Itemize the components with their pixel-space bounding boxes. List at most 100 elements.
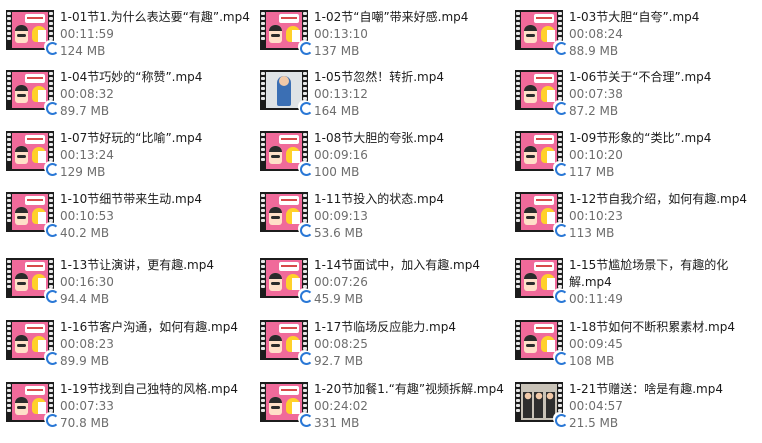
file-item[interactable]: 1-20节加餐1.“有趣”视频拆解.mp4 00:24:02 331 MB — [254, 375, 504, 435]
file-name[interactable]: 1-12节自我介绍，如何有趣.mp4 — [569, 191, 747, 208]
file-item[interactable]: 1-05节忽然！转折.mp4 00:13:12 164 MB — [254, 63, 504, 123]
file-name[interactable]: 1-18节如何不断积累素材.mp4 — [569, 319, 735, 336]
file-size: 70.8 MB — [60, 416, 110, 430]
sync-status-icon — [44, 100, 59, 115]
file-name[interactable]: 1-13节让演讲，更有趣.mp4 — [60, 257, 214, 274]
file-name[interactable]: 1-02节“自嘲”带来好感.mp4 — [314, 9, 468, 26]
file-item[interactable]: 1-03节大胆“自夸”.mp4 00:08:24 88.9 MB — [509, 3, 759, 63]
file-name[interactable]: 1-07节好玩的“比喻”.mp4 — [60, 130, 202, 147]
sync-status-icon — [44, 412, 59, 427]
sync-status-icon — [44, 288, 59, 303]
file-size: 92.7 MB — [314, 354, 364, 368]
sync-status-icon — [298, 222, 313, 237]
file-item[interactable]: 1-02节“自嘲”带来好感.mp4 00:13:10 137 MB — [254, 3, 504, 63]
file-duration: 00:13:24 — [60, 148, 114, 162]
file-name[interactable]: 1-19节找到自己独特的风格.mp4 — [60, 381, 238, 398]
file-duration: 00:13:10 — [314, 27, 368, 41]
file-name[interactable]: 1-20节加餐1.“有趣”视频拆解.mp4 — [314, 381, 504, 398]
file-duration: 00:08:25 — [314, 337, 368, 351]
sync-status-icon — [553, 288, 568, 303]
file-name[interactable]: 1-05节忽然！转折.mp4 — [314, 69, 444, 86]
file-duration: 00:08:23 — [60, 337, 114, 351]
sync-status-icon — [298, 100, 313, 115]
sync-status-icon — [44, 222, 59, 237]
file-duration: 00:07:26 — [314, 275, 368, 289]
file-duration: 00:24:02 — [314, 399, 368, 413]
file-name[interactable]: 1-01节1.为什么表达要“有趣”.mp4 — [60, 9, 250, 26]
file-name[interactable]: 1-10节细节带来生动.mp4 — [60, 191, 202, 208]
file-item[interactable]: 1-06节关于“不合理”.mp4 00:07:38 87.2 MB — [509, 63, 759, 123]
file-item[interactable]: 1-15节尴尬场景下，有趣的化解.mp4 00:11:49 — [509, 251, 759, 311]
file-size: 129 MB — [60, 165, 106, 179]
file-duration: 00:08:24 — [569, 27, 623, 41]
sync-status-icon — [553, 350, 568, 365]
file-name[interactable]: 1-08节大胆的夸张.mp4 — [314, 130, 444, 147]
file-name[interactable]: 1-06节关于“不合理”.mp4 — [569, 69, 711, 86]
file-size: 89.7 MB — [60, 104, 110, 118]
sync-status-icon — [553, 412, 568, 427]
sync-status-icon — [298, 350, 313, 365]
file-name[interactable]: 1-17节临场反应能力.mp4 — [314, 319, 456, 336]
file-size: 137 MB — [314, 44, 360, 58]
sync-status-icon — [298, 40, 313, 55]
file-size: 117 MB — [569, 165, 615, 179]
file-name[interactable]: 1-03节大胆“自夸”.mp4 — [569, 9, 699, 26]
file-duration: 00:11:49 — [569, 292, 623, 306]
file-duration: 00:16:30 — [60, 275, 114, 289]
file-size: 87.2 MB — [569, 104, 619, 118]
file-item[interactable]: 1-11节投入的状态.mp4 00:09:13 53.6 MB — [254, 185, 504, 245]
file-item[interactable]: 1-17节临场反应能力.mp4 00:08:25 92.7 MB — [254, 313, 504, 373]
file-size: 89.9 MB — [60, 354, 110, 368]
sync-status-icon — [553, 40, 568, 55]
file-name[interactable]: 1-11节投入的状态.mp4 — [314, 191, 444, 208]
file-item[interactable]: 1-08节大胆的夸张.mp4 00:09:16 100 MB — [254, 124, 504, 184]
sync-status-icon — [44, 40, 59, 55]
file-item[interactable]: 1-14节面试中，加入有趣.mp4 00:07:26 45.9 MB — [254, 251, 504, 311]
file-size: 94.4 MB — [60, 292, 110, 306]
file-item[interactable]: 1-04节巧妙的“称赞”.mp4 00:08:32 89.7 MB — [0, 63, 250, 123]
file-size: 108 MB — [569, 354, 615, 368]
file-item[interactable]: 1-01节1.为什么表达要“有趣”.mp4 00:11:59 124 MB — [0, 3, 250, 63]
sync-status-icon — [44, 350, 59, 365]
file-duration: 00:07:38 — [569, 87, 623, 101]
file-size: 40.2 MB — [60, 226, 110, 240]
file-size: 331 MB — [314, 416, 360, 430]
file-size: 124 MB — [60, 44, 106, 58]
file-name[interactable]: 1-16节客户沟通，如何有趣.mp4 — [60, 319, 238, 336]
sync-status-icon — [298, 288, 313, 303]
file-name[interactable]: 1-09节形象的“类比”.mp4 — [569, 130, 711, 147]
file-size: 21.5 MB — [569, 416, 619, 430]
sync-status-icon — [553, 161, 568, 176]
file-item[interactable]: 1-19节找到自己独特的风格.mp4 00:07:33 70.8 MB — [0, 375, 250, 435]
file-duration: 00:10:20 — [569, 148, 623, 162]
file-item[interactable]: 1-18节如何不断积累素材.mp4 00:09:45 108 MB — [509, 313, 759, 373]
file-item[interactable]: 1-16节客户沟通，如何有趣.mp4 00:08:23 89.9 MB — [0, 313, 250, 373]
sync-status-icon — [298, 412, 313, 427]
file-size: 53.6 MB — [314, 226, 364, 240]
file-name[interactable]: 1-14节面试中，加入有趣.mp4 — [314, 257, 480, 274]
file-item[interactable]: 1-07节好玩的“比喻”.mp4 00:13:24 129 MB — [0, 124, 250, 184]
file-duration: 00:09:45 — [569, 337, 623, 351]
file-name[interactable]: 1-15节尴尬场景下，有趣的化解.mp4 — [569, 257, 754, 291]
file-duration: 00:04:57 — [569, 399, 623, 413]
file-duration: 00:08:32 — [60, 87, 114, 101]
file-duration: 00:11:59 — [60, 27, 114, 41]
file-item[interactable]: 1-09节形象的“类比”.mp4 00:10:20 117 MB — [509, 124, 759, 184]
file-name[interactable]: 1-04节巧妙的“称赞”.mp4 — [60, 69, 202, 86]
file-duration: 00:13:12 — [314, 87, 368, 101]
file-size: 164 MB — [314, 104, 360, 118]
sync-status-icon — [298, 161, 313, 176]
file-item[interactable]: 1-12节自我介绍，如何有趣.mp4 00:10:23 113 MB — [509, 185, 759, 245]
file-size: 45.9 MB — [314, 292, 364, 306]
file-item[interactable]: 1-21节赠送：啥是有趣.mp4 00:04:57 21.5 MB — [509, 375, 759, 435]
file-size: 100 MB — [314, 165, 360, 179]
sync-status-icon — [44, 161, 59, 176]
file-duration: 00:10:53 — [60, 209, 114, 223]
file-name[interactable]: 1-21节赠送：啥是有趣.mp4 — [569, 381, 723, 398]
file-duration: 00:09:16 — [314, 148, 368, 162]
file-item[interactable]: 1-10节细节带来生动.mp4 00:10:53 40.2 MB — [0, 185, 250, 245]
sync-status-icon — [553, 100, 568, 115]
file-duration: 00:10:23 — [569, 209, 623, 223]
file-size: 88.9 MB — [569, 44, 619, 58]
file-item[interactable]: 1-13节让演讲，更有趣.mp4 00:16:30 94.4 MB — [0, 251, 250, 311]
